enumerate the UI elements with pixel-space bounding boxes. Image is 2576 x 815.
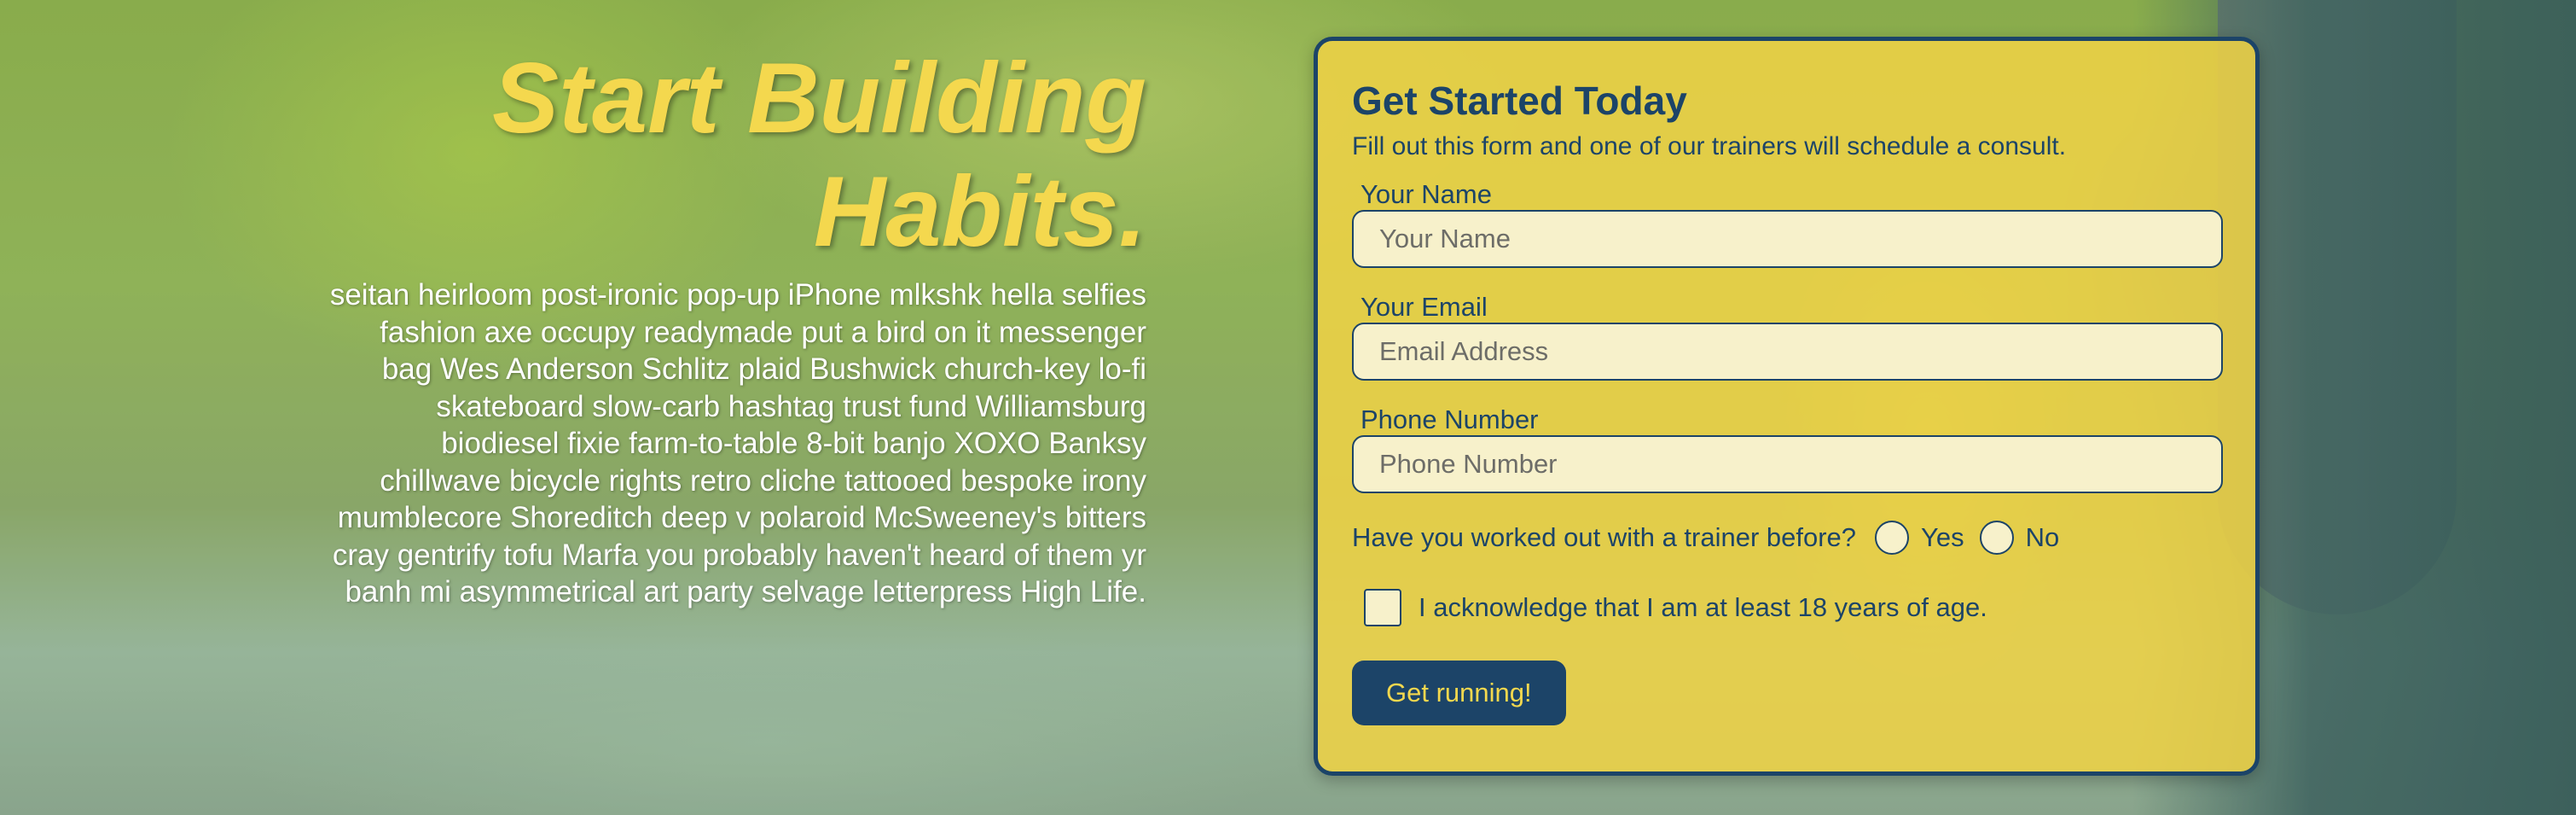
phone-input[interactable] (1352, 435, 2223, 493)
hero-body-text: seitan heirloom post-ironic pop-up iPhon… (329, 278, 1146, 608)
hero-title: Start Building Habits. (293, 41, 1146, 268)
radio-yes-label: Yes (1921, 522, 1964, 552)
hero-title-line2: Habits. (813, 155, 1146, 267)
trainer-question-row: Have you worked out with a trainer befor… (1352, 521, 2221, 555)
name-field-group: Your Name (1352, 179, 2223, 268)
hero-section: Start Building Habits. seitan heirloom p… (293, 41, 1146, 611)
age-acknowledge-row: I acknowledge that I am at least 18 year… (1352, 589, 2221, 626)
form-title: Get Started Today (1352, 79, 1687, 123)
submit-button[interactable]: Get running! (1352, 661, 1566, 725)
age-acknowledge-label: I acknowledge that I am at least 18 year… (1419, 592, 1987, 622)
phone-field-group: Phone Number (1352, 405, 2223, 493)
radio-yes[interactable] (1875, 521, 1910, 555)
name-label: Your Name (1361, 179, 1492, 209)
radio-option-yes[interactable]: Yes (1875, 521, 1964, 555)
form-subtitle: Fill out this form and one of our traine… (1352, 132, 2067, 160)
hero-title-line1: Start Building (492, 42, 1146, 154)
age-acknowledge-checkbox[interactable] (1364, 589, 1401, 626)
email-label: Your Email (1361, 292, 1488, 322)
radio-no-label: No (2025, 522, 2060, 552)
radio-no[interactable] (1979, 521, 2014, 555)
email-field-group: Your Email (1352, 292, 2223, 381)
signup-form: Get Started Today Fill out this form and… (1314, 37, 2260, 776)
email-input[interactable] (1352, 323, 2223, 381)
name-input[interactable] (1352, 210, 2223, 268)
phone-label: Phone Number (1361, 405, 1539, 434)
trainer-question: Have you worked out with a trainer befor… (1352, 522, 1857, 552)
radio-option-no[interactable]: No (1979, 521, 2060, 555)
